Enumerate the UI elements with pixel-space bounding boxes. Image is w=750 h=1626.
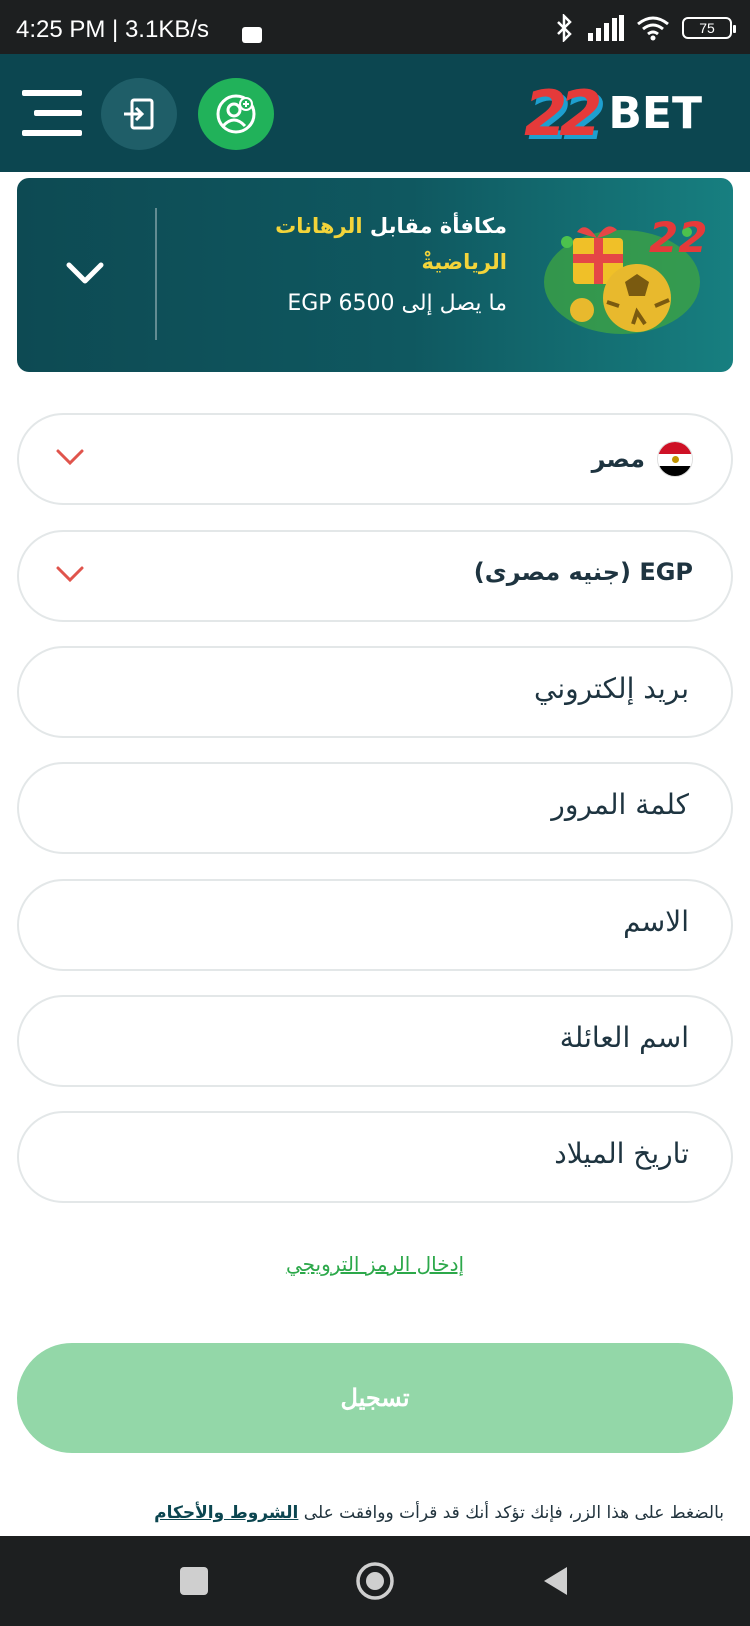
birthdate-placeholder: تاريخ الميلاد [554,1137,689,1170]
bonus-banner[interactable]: مكافأة مقابل الرهانات الرياضيةْ ما يصل إ… [17,178,733,372]
svg-text:22: 22 [649,213,707,262]
status-time: 4:25 PM | 3.1KB/s [16,16,209,43]
promo-code-link[interactable]: إدخال الرمز الترويجي [0,1252,750,1276]
register-submit-button[interactable]: تسجيل [17,1343,733,1453]
bonus-title: مكافأة مقابل الرهانات [207,208,507,244]
surname-placeholder: اسم العائلة [559,1021,689,1054]
brand-logo[interactable]: 22 BET [524,77,702,150]
add-user-icon [216,94,256,134]
surname-field[interactable]: اسم العائلة [17,995,733,1087]
wifi-icon [637,16,669,41]
register-button[interactable] [198,78,274,150]
bonus-title-part: مكافأة مقابل [369,214,507,238]
country-label: مصر [591,445,645,473]
country-select[interactable]: مصر [17,413,733,505]
email-field[interactable]: بريد إلكتروني [17,646,733,738]
recent-apps-button[interactable] [180,1567,208,1595]
currency-select[interactable]: EGP (جنيه مصرى) [17,530,733,622]
terms-link[interactable]: الشروط والأحكام [154,1503,298,1523]
country-value: مصر [592,441,693,477]
chevron-down-icon[interactable] [65,258,105,288]
logo-text: BET [608,87,702,139]
password-field[interactable]: كلمة المرور [17,762,733,854]
egypt-flag-icon [657,441,693,477]
password-placeholder: كلمة المرور [551,788,689,821]
email-placeholder: بريد إلكتروني [534,672,689,705]
bonus-text: مكافأة مقابل الرهانات الرياضيةْ ما يصل إ… [207,208,507,324]
bonus-gift-ball-icon: 22 [544,213,707,334]
birthdate-field[interactable]: تاريخ الميلاد [17,1111,733,1203]
home-button[interactable] [354,1560,396,1602]
back-button[interactable] [540,1564,570,1598]
battery-indicator: 75 [682,17,736,39]
login-button[interactable] [101,78,177,150]
system-nav-bar [0,1536,750,1626]
currency-value: EGP (جنيه مصرى) [474,558,693,586]
bonus-amount: ما يصل إلى EGP 6500 [287,291,507,316]
hamburger-menu-icon[interactable] [22,90,82,136]
bonus-title-line2: الرياضيةْ [421,250,507,274]
bluetooth-icon [557,14,572,42]
terms-text: بالضغط على هذا الزر، فإنك تؤكد أنك قد قر… [4,1503,724,1523]
name-placeholder: الاسم [623,905,689,938]
currency-label: EGP (جنيه مصرى) [473,558,693,586]
app-header: 22 BET [0,54,750,172]
name-field[interactable]: الاسم [17,879,733,971]
status-bar: 4:25 PM | 3.1KB/s 75 [0,0,750,54]
login-icon [124,98,154,130]
bonus-title-highlight: الرهانات [275,214,363,238]
chevron-down-icon[interactable] [55,447,85,467]
chevron-down-icon[interactable] [55,564,85,584]
signal-icon [588,15,624,41]
logo-number: 22 [524,76,602,150]
terms-statement: بالضغط على هذا الزر، فإنك تؤكد أنك قد قر… [303,1503,724,1523]
bonus-divider [155,208,157,340]
media-icon [242,27,262,43]
